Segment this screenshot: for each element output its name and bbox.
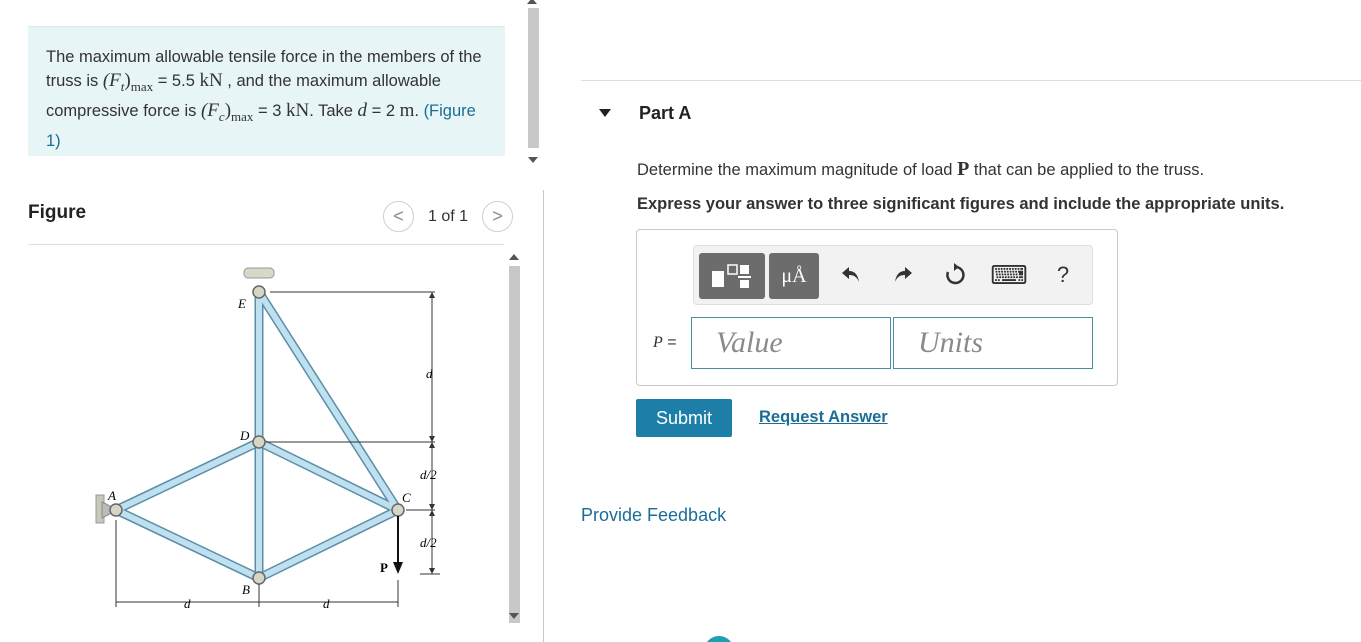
label-E: E	[237, 296, 246, 311]
scroll-down-icon[interactable]	[528, 157, 538, 163]
scroll-thumb[interactable]	[509, 266, 520, 623]
units-button[interactable]: μÅ	[769, 253, 819, 299]
problem-scrollbar[interactable]	[525, 0, 541, 170]
label-P: P	[380, 560, 388, 575]
units-icon: μÅ	[781, 264, 807, 287]
templates-button[interactable]	[699, 253, 765, 299]
undo-icon[interactable]	[838, 262, 864, 288]
pane-divider[interactable]	[543, 190, 544, 642]
truss-diagram: E D A C B P d d/2 d/2 d d	[95, 267, 440, 611]
fc-symbol: (Fc)max	[200, 99, 254, 124]
scroll-up-icon[interactable]	[527, 0, 537, 4]
figure-pager: < 1 of 1 >	[383, 201, 514, 232]
label-C: C	[402, 490, 411, 505]
templates-icon	[712, 264, 751, 288]
submit-button[interactable]: Submit	[636, 399, 732, 437]
dim-d2-upper: d/2	[420, 467, 437, 482]
scroll-up-icon[interactable]	[509, 254, 519, 260]
part-title[interactable]: Part A	[639, 103, 691, 124]
dim-d2-lower: d/2	[420, 535, 437, 550]
redo-icon[interactable]	[890, 262, 916, 288]
dim-d-bottom-left: d	[184, 596, 191, 611]
ft-symbol: (Ft)max	[102, 70, 154, 94]
reset-icon[interactable]	[942, 262, 968, 288]
value-field[interactable]	[691, 317, 891, 369]
scroll-thumb[interactable]	[528, 8, 539, 148]
help-badge[interactable]	[704, 636, 734, 642]
instruction-text: Express your answer to three significant…	[637, 195, 1285, 213]
prev-figure-button[interactable]: <	[383, 201, 414, 232]
keyboard-icon[interactable]: ⌨	[990, 260, 1028, 290]
answer-label: P =	[653, 334, 677, 351]
request-answer-link[interactable]: Request Answer	[759, 408, 888, 427]
value-input[interactable]	[692, 318, 890, 368]
label-A: A	[107, 488, 116, 503]
chevron-left-icon: <	[393, 206, 404, 226]
ceiling-support	[243, 267, 275, 279]
figure-scrollbar[interactable]	[506, 250, 522, 635]
answer-box: μÅ ⌨ ? P =	[636, 229, 1118, 386]
figure-title: Figure	[28, 202, 87, 223]
help-icon[interactable]: ?	[1050, 262, 1076, 288]
figure-divider	[28, 244, 504, 245]
units-field[interactable]	[893, 317, 1093, 369]
dim-d-right: d	[426, 366, 433, 381]
provide-feedback-link[interactable]: Provide Feedback	[581, 505, 726, 526]
chevron-right-icon: >	[492, 206, 503, 226]
problem-statement: The maximum allowable tensile force in t…	[28, 26, 505, 156]
label-B: B	[242, 582, 250, 597]
part-divider	[581, 80, 1361, 81]
dim-d-bottom-right: d	[323, 596, 330, 611]
next-figure-button[interactable]: >	[482, 201, 514, 232]
pager-text: 1 of 1	[428, 207, 469, 225]
collapse-caret-icon[interactable]	[599, 109, 611, 117]
question-text: Determine the maximum magnitude of load …	[637, 158, 1205, 180]
scroll-down-icon[interactable]	[509, 613, 519, 619]
units-input[interactable]	[894, 318, 1092, 368]
math-toolbar: μÅ ⌨ ?	[693, 245, 1093, 305]
label-D: D	[239, 428, 250, 443]
